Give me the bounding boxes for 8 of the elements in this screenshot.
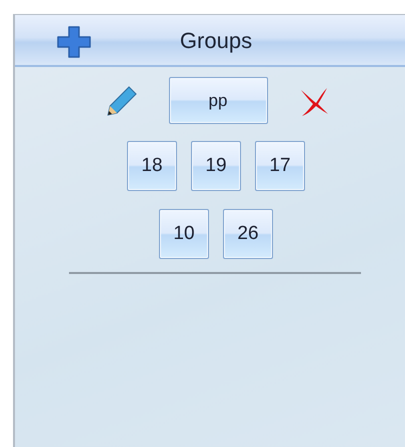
group-number-button[interactable]: 17	[255, 141, 305, 191]
add-icon[interactable]	[56, 25, 92, 59]
group-number-button[interactable]: 26	[223, 209, 273, 259]
group-number-button[interactable]: 10	[159, 209, 209, 259]
group-number-button[interactable]: 18	[127, 141, 177, 191]
group-number-button[interactable]: 19	[191, 141, 241, 191]
panel-title: Groups	[180, 26, 252, 55]
group-name-button[interactable]: pp	[168, 77, 268, 124]
